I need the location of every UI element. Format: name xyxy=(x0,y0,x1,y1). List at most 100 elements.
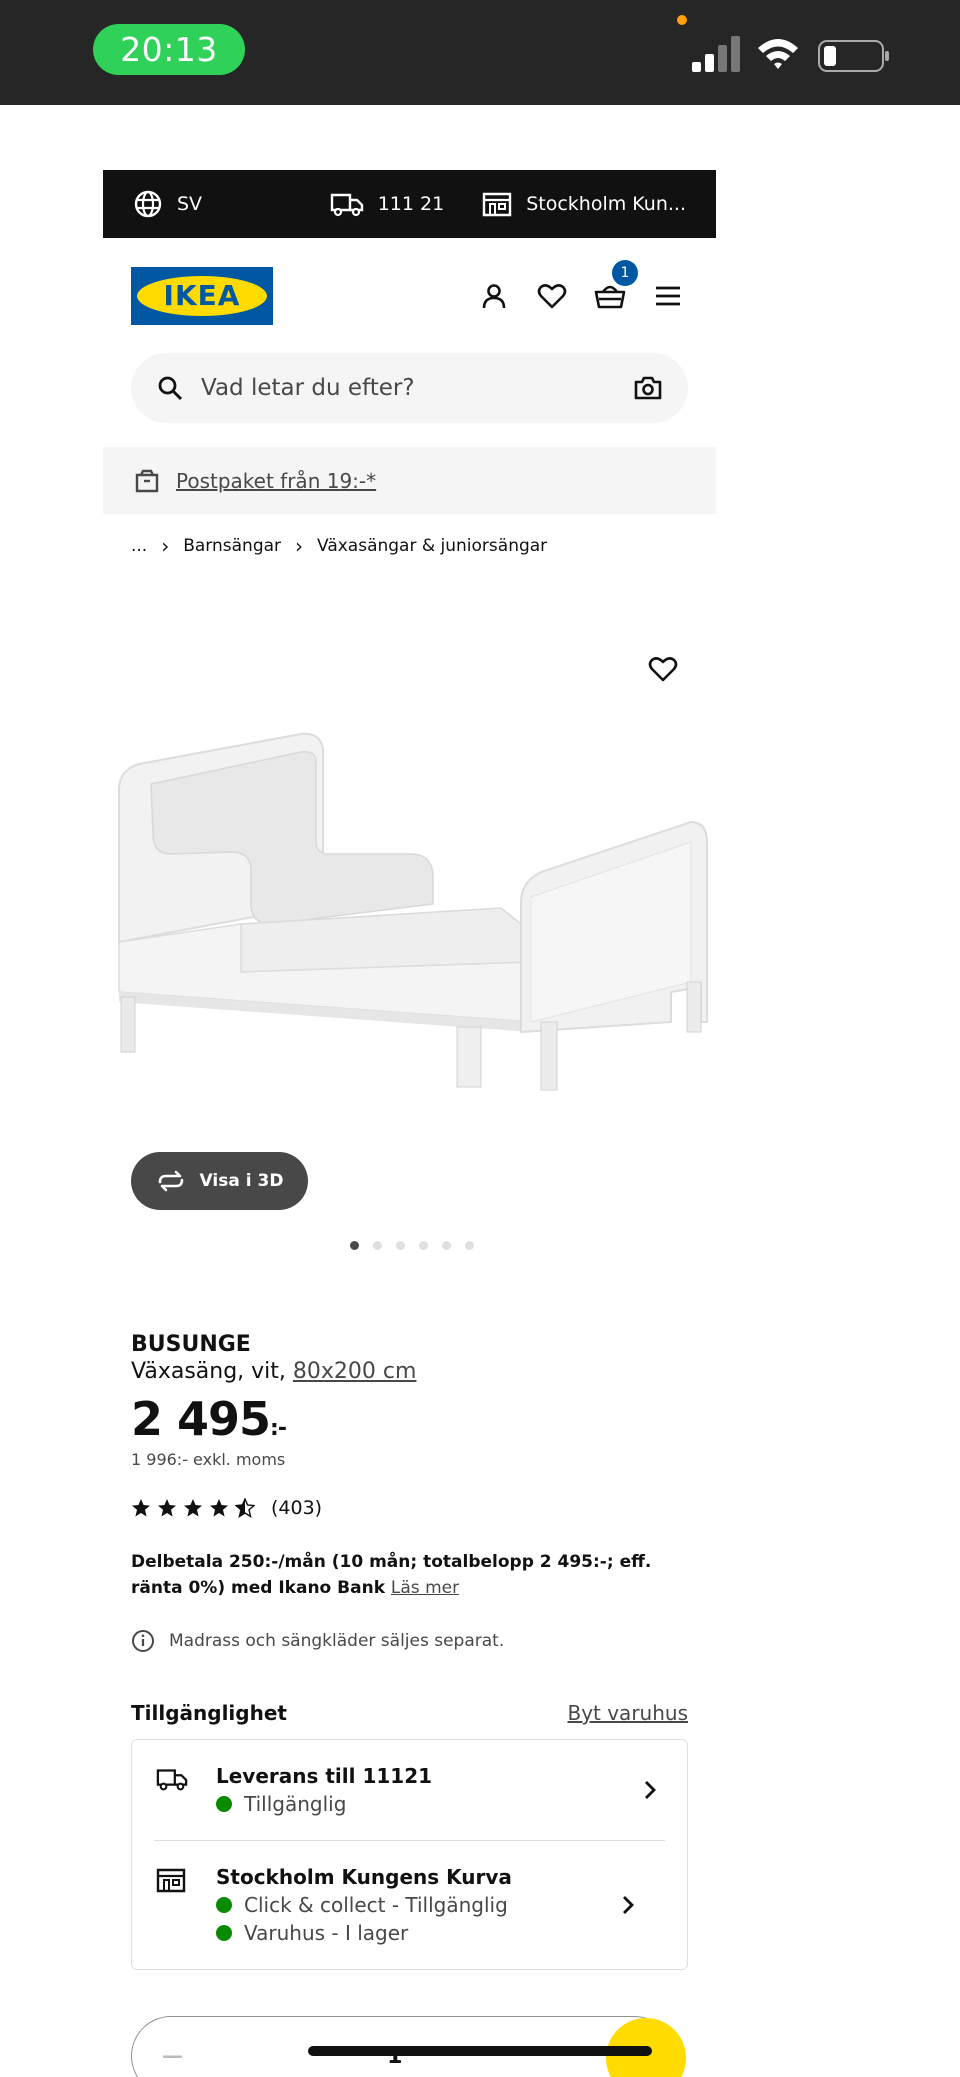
financing-read-more-link[interactable]: Läs mer xyxy=(391,1578,459,1598)
star-icon xyxy=(158,1499,176,1517)
view-in-3d-label: Visa i 3D xyxy=(199,1171,284,1191)
postcode-selector[interactable]: 111 21 xyxy=(330,191,444,217)
quantity-decrease-button[interactable]: − xyxy=(160,2039,185,2074)
store-selector[interactable]: Stockholm Kun... xyxy=(482,191,686,217)
price-suffix: :- xyxy=(270,1416,287,1441)
delivery-status: Tillgänglig xyxy=(216,1792,432,1816)
delivery-info: Leverans till 11121 Tillgänglig xyxy=(216,1764,432,1816)
click-collect-text: Click & collect - Tillgänglig xyxy=(244,1893,508,1917)
price-excl-vat: 1 996:- exkl. moms xyxy=(131,1450,286,1469)
availability-title: Tillgänglighet xyxy=(131,1701,287,1725)
gallery-dot-1[interactable] xyxy=(350,1241,359,1250)
product-rating[interactable]: (403) xyxy=(131,1497,688,1519)
gallery-dot-3[interactable] xyxy=(396,1241,405,1250)
ikea-logo[interactable]: IKEA xyxy=(131,266,273,325)
status-dot-green xyxy=(216,1897,232,1913)
breadcrumb: ... › Barnsängar › Växasängar & juniorsä… xyxy=(103,534,716,558)
user-icon xyxy=(482,283,506,308)
parcel-icon xyxy=(135,469,159,492)
hamburger-menu-icon xyxy=(656,286,680,305)
store-label: Stockholm Kun... xyxy=(526,193,686,215)
in-store-status: Varuhus - I lager xyxy=(216,1921,512,1945)
star-icon xyxy=(184,1499,202,1517)
gallery-dot-2[interactable] xyxy=(373,1241,382,1250)
basket-icon xyxy=(594,285,626,308)
favourites-button[interactable] xyxy=(536,280,568,312)
breadcrumb-item-barnsangar[interactable]: Barnsängar xyxy=(183,536,281,556)
wifi-icon xyxy=(758,39,798,69)
product-name: BUSUNGE xyxy=(131,1332,251,1357)
view-in-3d-button[interactable]: Visa i 3D xyxy=(131,1152,308,1210)
star-icon xyxy=(210,1499,228,1517)
store-icon xyxy=(156,1868,186,1893)
rotate-3d-icon xyxy=(158,1170,183,1192)
search-icon xyxy=(158,376,183,401)
gallery-pagination xyxy=(103,1241,716,1250)
site-header: IKEA 1 xyxy=(103,238,716,353)
account-button[interactable] xyxy=(478,280,510,312)
rating-count: (403) xyxy=(271,1497,323,1519)
product-image-bed xyxy=(118,732,708,1091)
click-collect-status: Click & collect - Tillgänglig xyxy=(216,1893,512,1917)
info-icon xyxy=(132,1630,154,1652)
breadcrumb-ellipsis[interactable]: ... xyxy=(131,536,147,556)
chevron-right-icon: › xyxy=(161,534,170,558)
product-info: BUSUNGE Växasäng, vit, 80x200 cm 2 495:-… xyxy=(103,1332,716,2077)
gallery-dot-6[interactable] xyxy=(465,1241,474,1250)
delivery-availability-row[interactable]: Leverans till 11121 Tillgänglig xyxy=(132,1740,687,1840)
notice-text: Madrass och sängkläder säljes separat. xyxy=(169,1631,505,1651)
logo-oval: IKEA xyxy=(137,275,267,316)
cellular-signal-icon xyxy=(692,36,740,72)
product-description: Växasäng, vit, 80x200 cm xyxy=(131,1359,688,1384)
change-store-link[interactable]: Byt varuhus xyxy=(567,1701,688,1725)
product-gallery[interactable]: Visa i 3D xyxy=(103,602,716,1262)
postcode-label: 111 21 xyxy=(377,193,445,215)
product-type: Växasäng, vit, xyxy=(131,1359,286,1384)
product-price: 2 495:- xyxy=(131,1392,688,1446)
chevron-right-icon xyxy=(645,1781,656,1799)
shipping-promo-link[interactable]: Postpaket från 19:-* xyxy=(176,469,376,493)
status-time: 20:13 xyxy=(93,24,245,75)
store-icon-wrap xyxy=(156,1865,188,1897)
product-size-link[interactable]: 80x200 cm xyxy=(293,1359,417,1384)
price-value: 2 495 xyxy=(131,1392,271,1446)
cart-button[interactable]: 1 xyxy=(594,259,638,312)
language-label: SV xyxy=(177,193,203,215)
delivery-status-text: Tillgänglig xyxy=(244,1792,347,1816)
chevron-right-icon: › xyxy=(295,534,304,558)
gallery-dot-4[interactable] xyxy=(419,1241,428,1250)
camera-icon[interactable] xyxy=(634,376,662,400)
privacy-indicator xyxy=(677,15,687,25)
battery-icon xyxy=(818,40,889,72)
language-selector[interactable]: SV xyxy=(133,189,202,219)
status-bar: 20:13 xyxy=(0,0,960,105)
menu-button[interactable] xyxy=(652,280,684,312)
header-actions: 1 xyxy=(478,259,684,312)
truck-icon xyxy=(156,1769,188,1791)
heart-icon xyxy=(537,283,567,308)
search-input[interactable]: Vad letar du efter? xyxy=(201,375,634,401)
half-star-icon xyxy=(235,1498,255,1518)
star-icon xyxy=(132,1499,150,1517)
gallery-dot-5[interactable] xyxy=(442,1241,451,1250)
logo-text: IKEA xyxy=(163,279,241,312)
product-notice: Madrass och sängkläder säljes separat. xyxy=(131,1629,688,1653)
globe-icon xyxy=(134,190,162,218)
chevron-right-icon xyxy=(623,1896,634,1914)
store-availability-row[interactable]: Stockholm Kungens Kurva Click & collect … xyxy=(154,1840,665,1969)
store-icon xyxy=(483,192,512,217)
status-dot-green xyxy=(216,1796,232,1812)
status-dot-green xyxy=(216,1925,232,1941)
availability-header: Tillgänglighet Byt varuhus xyxy=(131,1701,688,1725)
favourite-heart-icon[interactable] xyxy=(648,654,678,684)
shipping-promo-banner: Postpaket från 19:-* xyxy=(103,447,716,514)
store-title: Stockholm Kungens Kurva xyxy=(216,1865,512,1889)
ikea-product-page: SV 111 21 Stockholm Kun... IKEA 1 Vad le… xyxy=(103,170,716,2077)
in-store-text: Varuhus - I lager xyxy=(244,1921,409,1945)
search-bar[interactable]: Vad letar du efter? xyxy=(131,353,688,423)
store-info: Stockholm Kungens Kurva Click & collect … xyxy=(216,1865,512,1945)
delivery-title: Leverans till 11121 xyxy=(216,1764,433,1788)
home-indicator[interactable] xyxy=(308,2046,652,2056)
delivery-icon-wrap xyxy=(156,1764,188,1796)
breadcrumb-item-vaxasangar[interactable]: Växasängar & juniorsängar xyxy=(317,536,547,556)
